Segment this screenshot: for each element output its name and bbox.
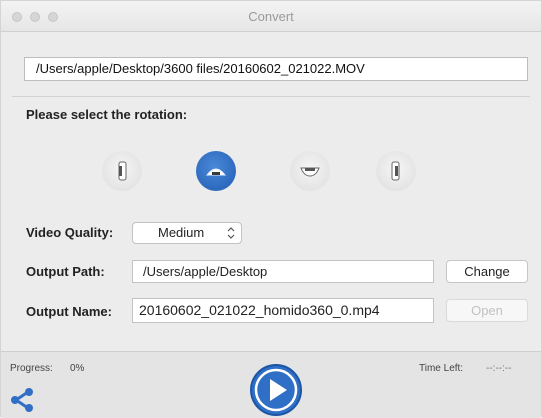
input-file-path: /Users/apple/Desktop/3600 files/20160602…	[24, 57, 528, 81]
output-path-label: Output Path:	[26, 264, 105, 279]
open-button[interactable]: Open	[446, 299, 528, 322]
convert-window: Convert /Users/apple/Desktop/3600 files/…	[0, 0, 542, 418]
time-left-value: --:--:--	[486, 363, 512, 374]
progress-value: 0%	[70, 363, 85, 374]
time-left-label: Time Left:	[419, 363, 464, 374]
rotation-label: Please select the rotation:	[26, 107, 188, 122]
chevron-updown-icon	[227, 227, 235, 239]
divider	[12, 96, 530, 97]
title-bar: Convert	[1, 1, 541, 32]
rotate-right-option[interactable]	[376, 151, 416, 191]
rotate-down-option[interactable]	[290, 151, 330, 191]
video-quality-label: Video Quality:	[26, 225, 114, 240]
output-name-label: Output Name:	[26, 304, 112, 319]
video-quality-select[interactable]: Medium	[132, 222, 242, 244]
rotate-up-option[interactable]	[196, 151, 236, 191]
window-title: Convert	[248, 9, 294, 24]
rotate-left-icon	[118, 161, 127, 181]
rotate-right-icon	[391, 161, 400, 181]
output-name-field[interactable]: 20160602_021022_homido360_0.mp4	[132, 298, 434, 323]
video-quality-value: Medium	[158, 225, 205, 240]
progress-label: Progress:	[10, 363, 53, 374]
change-button[interactable]: Change	[446, 260, 528, 283]
rotate-left-option[interactable]	[102, 151, 142, 191]
rotate-down-icon	[300, 167, 320, 177]
rotate-up-icon	[205, 168, 227, 176]
output-path-field[interactable]: /Users/apple/Desktop	[132, 260, 434, 283]
share-icon[interactable]	[10, 387, 34, 413]
play-button[interactable]	[249, 363, 303, 417]
